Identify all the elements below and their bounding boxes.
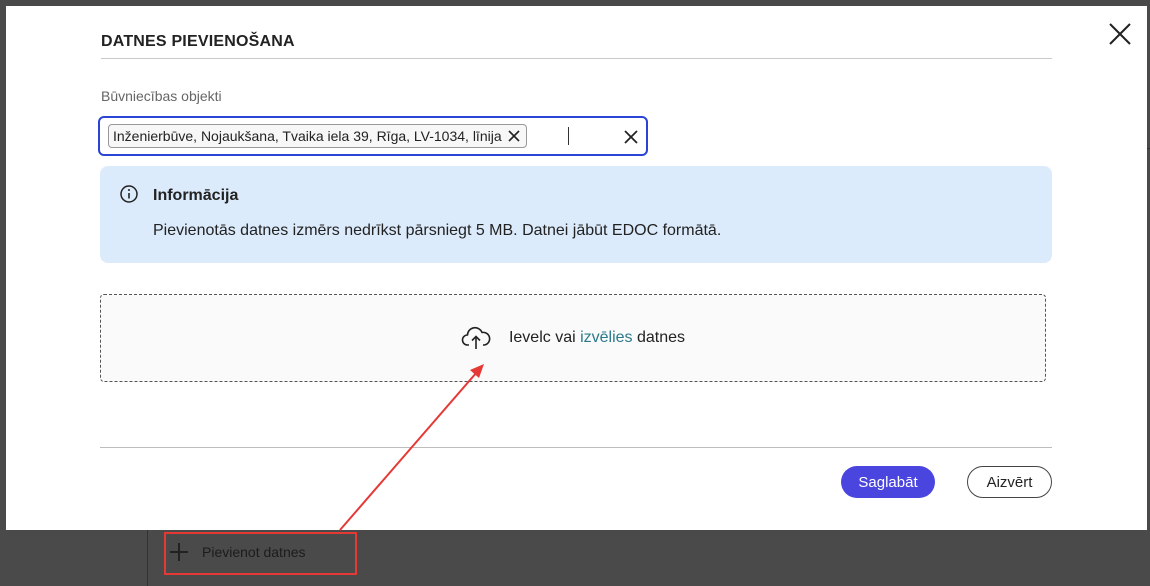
save-button[interactable]: Saglabāt [841, 466, 935, 498]
footer-divider [100, 447, 1052, 448]
text-caret [568, 127, 569, 145]
chip-label: Inženierbūve, Nojaukšana, Tvaika iela 39… [113, 128, 502, 144]
title-divider [101, 58, 1052, 59]
cloud-upload-icon [461, 326, 491, 349]
close-button[interactable]: Aizvērt [967, 466, 1052, 498]
dropzone-text-before: Ievelc vai [508, 329, 581, 346]
remove-chip-icon[interactable] [506, 128, 522, 144]
dialog-title: DATNES PIEVIENOŠANA [101, 33, 295, 50]
clear-selection-icon[interactable] [622, 128, 640, 146]
info-icon [120, 185, 138, 203]
construction-objects-select[interactable]: Inženierbūve, Nojaukšana, Tvaika iela 39… [98, 116, 648, 156]
backdrop-divider [147, 530, 148, 586]
file-dropzone[interactable]: Ievelc vai izvēlies datnes [100, 294, 1046, 382]
file-upload-dialog: DATNES PIEVIENOŠANA Būvniecības objekti … [6, 6, 1147, 530]
info-notice: Informācija Pievienotās datnes izmērs ne… [100, 166, 1052, 263]
dropzone-text: Ievelc vai izvēlies datnes [509, 329, 685, 347]
choose-files-link[interactable]: izvēlies [580, 329, 632, 346]
info-text: Pievienotās datnes izmērs nedrīkst pārsn… [153, 222, 722, 239]
selected-object-chip: Inženierbūve, Nojaukšana, Tvaika iela 39… [108, 124, 527, 148]
dropzone-text-after: datnes [632, 329, 686, 346]
construction-objects-label: Būvniecības objekti [101, 88, 222, 104]
close-icon[interactable] [1106, 20, 1134, 48]
info-title: Informācija [153, 187, 239, 204]
annotation-highlight-box [164, 532, 357, 575]
